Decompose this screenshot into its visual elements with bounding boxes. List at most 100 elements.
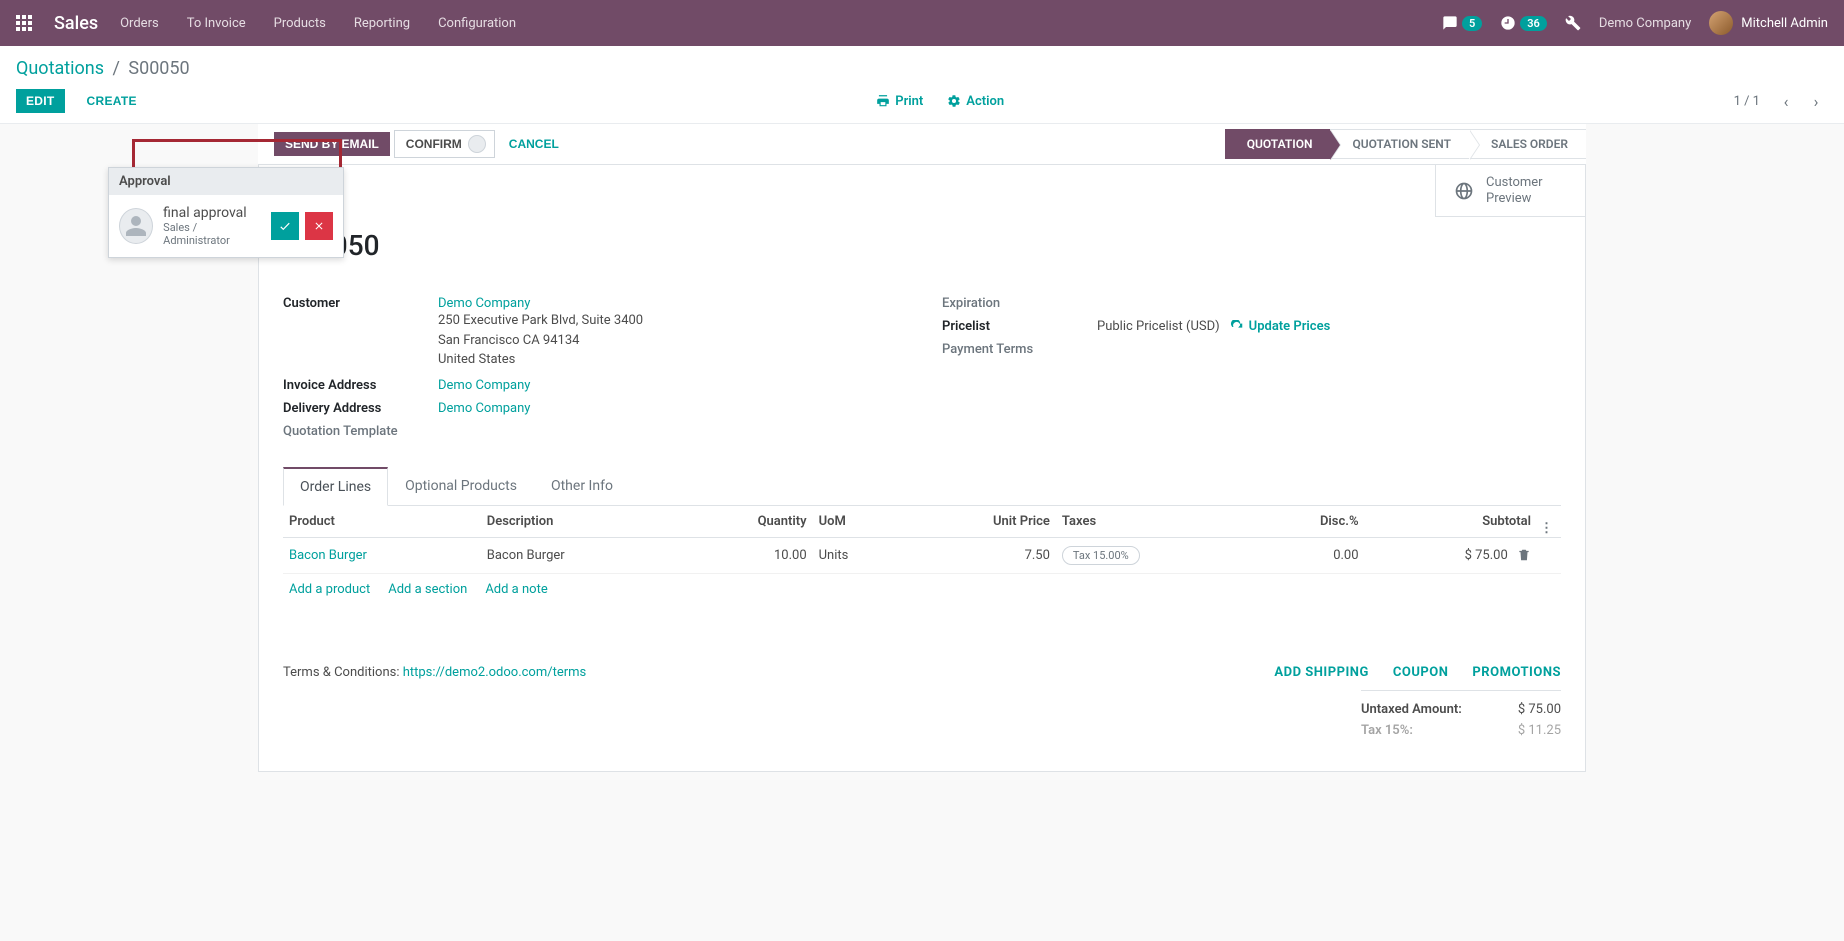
table-row[interactable]: Bacon Burger Bacon Burger 10.00 Units 7.… — [283, 537, 1561, 573]
record-title: S00050 — [283, 229, 1561, 262]
close-icon — [313, 220, 325, 232]
add-product-link[interactable]: Add a product — [289, 582, 370, 597]
customer-preview-button[interactable]: Customer Preview — [1435, 165, 1585, 217]
tab-order-lines[interactable]: Order Lines — [283, 467, 388, 506]
menu-reporting[interactable]: Reporting — [354, 16, 410, 31]
activities-button[interactable]: 36 — [1500, 15, 1547, 31]
confirm-button[interactable]: Confirm — [394, 130, 495, 158]
cancel-button[interactable]: Cancel — [499, 132, 569, 156]
print-button[interactable]: Print — [876, 94, 923, 109]
activity-badge: 36 — [1520, 16, 1547, 31]
approver-avatar-icon — [468, 135, 486, 153]
terms-link[interactable]: https://demo2.odoo.com/terms — [403, 665, 587, 680]
invoice-address-link[interactable]: Demo Company — [438, 378, 530, 393]
label-invoice-address: Invoice Address — [283, 378, 438, 393]
tab-optional-products[interactable]: Optional Products — [388, 467, 534, 505]
user-name: Mitchell Admin — [1741, 16, 1828, 31]
col-unit-price: Unit Price — [904, 506, 1056, 538]
approve-button[interactable] — [271, 212, 299, 240]
tax-amount: $ 11.25 — [1518, 723, 1561, 738]
notebook-tabs: Order Lines Optional Products Other Info — [283, 467, 1561, 506]
user-menu[interactable]: Mitchell Admin — [1709, 11, 1828, 35]
breadcrumb: Quotations / S00050 — [16, 58, 1828, 79]
top-nav: Sales Orders To Invoice Products Reporti… — [0, 0, 1844, 46]
breadcrumb-root[interactable]: Quotations — [16, 58, 104, 79]
customer-address-line2: San Francisco CA 94134 — [438, 331, 643, 351]
coupon-button[interactable]: Coupon — [1393, 665, 1449, 680]
update-prices-button[interactable]: Update Prices — [1230, 319, 1331, 334]
debug-icon[interactable] — [1565, 15, 1581, 31]
user-avatar-icon — [1709, 11, 1733, 35]
add-shipping-button[interactable]: Add Shipping — [1274, 665, 1368, 680]
trash-icon[interactable] — [1517, 548, 1531, 562]
chat-badge: 5 — [1462, 16, 1482, 31]
action-button[interactable]: Action — [947, 94, 1004, 109]
delivery-address-link[interactable]: Demo Company — [438, 401, 530, 416]
check-icon — [278, 219, 292, 233]
create-button[interactable]: Create — [77, 89, 147, 113]
order-lines-table: Product Description Quantity UoM Unit Pr… — [283, 506, 1561, 574]
breadcrumb-leaf: S00050 — [128, 58, 189, 79]
chat-icon — [1442, 15, 1458, 31]
col-description: Description — [481, 506, 679, 538]
approval-subtitle: Sales / Administrator — [163, 221, 261, 247]
row-disc: 0.00 — [1253, 537, 1364, 573]
clock-icon — [1500, 15, 1516, 31]
label-customer: Customer — [283, 296, 438, 370]
form-sheet: Customer Preview S00050 Customer Demo Co… — [258, 165, 1586, 772]
pager-prev[interactable]: ‹ — [1774, 89, 1798, 113]
totals: Untaxed Amount:$ 75.00 Tax 15%:$ 11.25 — [1361, 690, 1561, 741]
row-subtotal: $ 75.00 — [1465, 548, 1508, 563]
pricelist-value: Public Pricelist (USD) — [1097, 319, 1220, 334]
apps-icon[interactable] — [16, 15, 32, 31]
col-uom: UoM — [813, 506, 905, 538]
customer-link[interactable]: Demo Company — [438, 296, 530, 311]
row-tax-pill: Tax 15.00% — [1062, 546, 1140, 565]
menu-orders[interactable]: Orders — [120, 16, 159, 31]
pager-next[interactable]: › — [1804, 89, 1828, 113]
globe-icon — [1454, 181, 1474, 201]
edit-button[interactable]: Edit — [16, 89, 65, 113]
company-selector[interactable]: Demo Company — [1599, 16, 1691, 31]
gear-icon — [947, 94, 961, 108]
stage-flow: Quotation Quotation Sent Sales Order — [1225, 129, 1586, 159]
tab-other-info[interactable]: Other Info — [534, 467, 630, 505]
reject-button[interactable] — [305, 212, 333, 240]
menu-products[interactable]: Products — [274, 16, 326, 31]
row-uom: Units — [813, 537, 905, 573]
row-unit-price: 7.50 — [904, 537, 1056, 573]
customer-address-line3: United States — [438, 350, 643, 370]
approval-popover: Approval final approval Sales / Administ… — [108, 167, 344, 258]
customer-address-line1: 250 Executive Park Blvd, Suite 3400 — [438, 311, 643, 331]
stage-quotation[interactable]: Quotation — [1225, 129, 1331, 159]
row-description: Bacon Burger — [481, 537, 679, 573]
label-delivery-address: Delivery Address — [283, 401, 438, 416]
terms-text: Terms & Conditions: https://demo2.odoo.c… — [283, 665, 586, 680]
stage-quotation-sent[interactable]: Quotation Sent — [1330, 129, 1469, 159]
refresh-icon — [1230, 320, 1244, 334]
add-note-link[interactable]: Add a note — [485, 582, 547, 597]
messaging-button[interactable]: 5 — [1442, 15, 1482, 31]
add-section-link[interactable]: Add a section — [388, 582, 467, 597]
send-by-email-button[interactable]: Send by Email — [274, 132, 390, 156]
row-product-link[interactable]: Bacon Burger — [289, 548, 367, 563]
col-subtotal: Subtotal — [1365, 506, 1537, 538]
control-panel: Quotations / S00050 Edit Create Print Ac… — [0, 46, 1844, 124]
status-bar: Send by Email Confirm Cancel Quotation Q… — [258, 124, 1586, 165]
main-menu: Orders To Invoice Products Reporting Con… — [120, 16, 516, 31]
col-taxes: Taxes — [1056, 506, 1253, 538]
menu-configuration[interactable]: Configuration — [438, 16, 516, 31]
label-expiration: Expiration — [942, 296, 1097, 311]
col-quantity: Quantity — [678, 506, 812, 538]
approval-avatar-icon — [119, 208, 153, 244]
label-payment-terms: Payment Terms — [942, 342, 1097, 357]
promotions-button[interactable]: Promotions — [1472, 665, 1561, 680]
label-quotation-template: Quotation Template — [283, 424, 438, 439]
pager-text: 1 / 1 — [1734, 94, 1760, 109]
approval-title: final approval — [163, 205, 261, 221]
column-menu-icon[interactable]: ⋮ — [1540, 521, 1553, 536]
stage-sales-order[interactable]: Sales Order — [1469, 129, 1586, 159]
menu-to-invoice[interactable]: To Invoice — [187, 16, 246, 31]
row-quantity: 10.00 — [678, 537, 812, 573]
print-icon — [876, 94, 890, 108]
